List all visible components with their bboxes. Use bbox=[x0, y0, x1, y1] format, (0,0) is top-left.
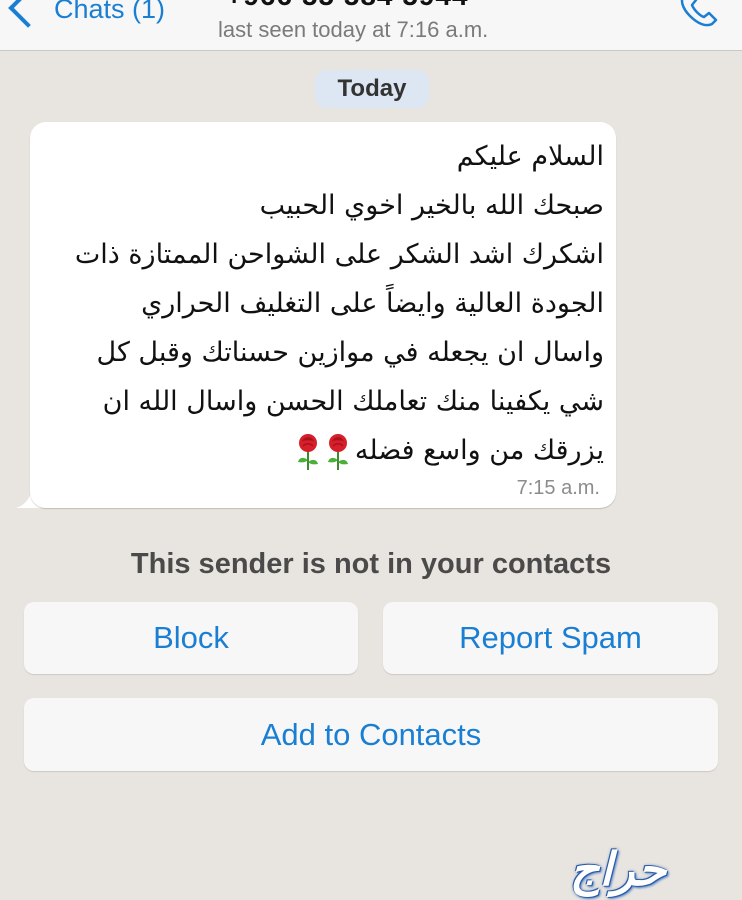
message-line: يزرقك من واسع فضله bbox=[354, 435, 604, 466]
back-button[interactable]: Chats (1) bbox=[54, 0, 165, 25]
report-spam-button[interactable]: Report Spam bbox=[383, 602, 718, 674]
add-to-contacts-button[interactable]: Add to Contacts bbox=[24, 698, 718, 771]
chat-header: Chats (1) +966 55 584 5944 last seen tod… bbox=[0, 0, 742, 51]
date-separator: Today bbox=[315, 70, 429, 108]
incoming-message-bubble[interactable]: السلام عليكم صبحك الله بالخير اخوي الحبي… bbox=[30, 122, 616, 508]
last-seen-status: last seen today at 7:16 a.m. bbox=[218, 17, 489, 42]
contact-name[interactable]: +966 55 584 5944 bbox=[226, 0, 469, 12]
message-line: شي يكفينا منك تعاملك الحسن واسال الله ان bbox=[102, 386, 604, 417]
watermark-logo: حراج bbox=[569, 842, 668, 896]
unknown-sender-notice: This sender is not in your contacts bbox=[130, 548, 612, 580]
message-line-last: يزرقك من واسع فضله bbox=[60, 426, 604, 475]
back-chevron-icon[interactable] bbox=[8, 0, 48, 28]
message-text: السلام عليكم صبحك الله بالخير اخوي الحبي… bbox=[60, 132, 604, 475]
block-button[interactable]: Block bbox=[24, 602, 358, 674]
message-line: الجودة العالية وايضاً على التغليف الحرار… bbox=[141, 288, 604, 319]
message-line: السلام عليكم bbox=[456, 141, 604, 172]
rose-emoji-icon bbox=[327, 433, 348, 470]
phone-call-icon[interactable] bbox=[670, 0, 730, 36]
message-timestamp: 7:15 a.m. bbox=[516, 477, 600, 499]
message-line: صبحك الله بالخير اخوي الحبيب bbox=[259, 190, 604, 221]
message-line: اشكرك اشد الشكر على الشواحن الممتازة ذات bbox=[74, 239, 604, 270]
message-line: واسال ان يجعله في موازين حسناتك وقبل كل bbox=[96, 337, 605, 368]
rose-emoji-icon bbox=[297, 433, 318, 470]
